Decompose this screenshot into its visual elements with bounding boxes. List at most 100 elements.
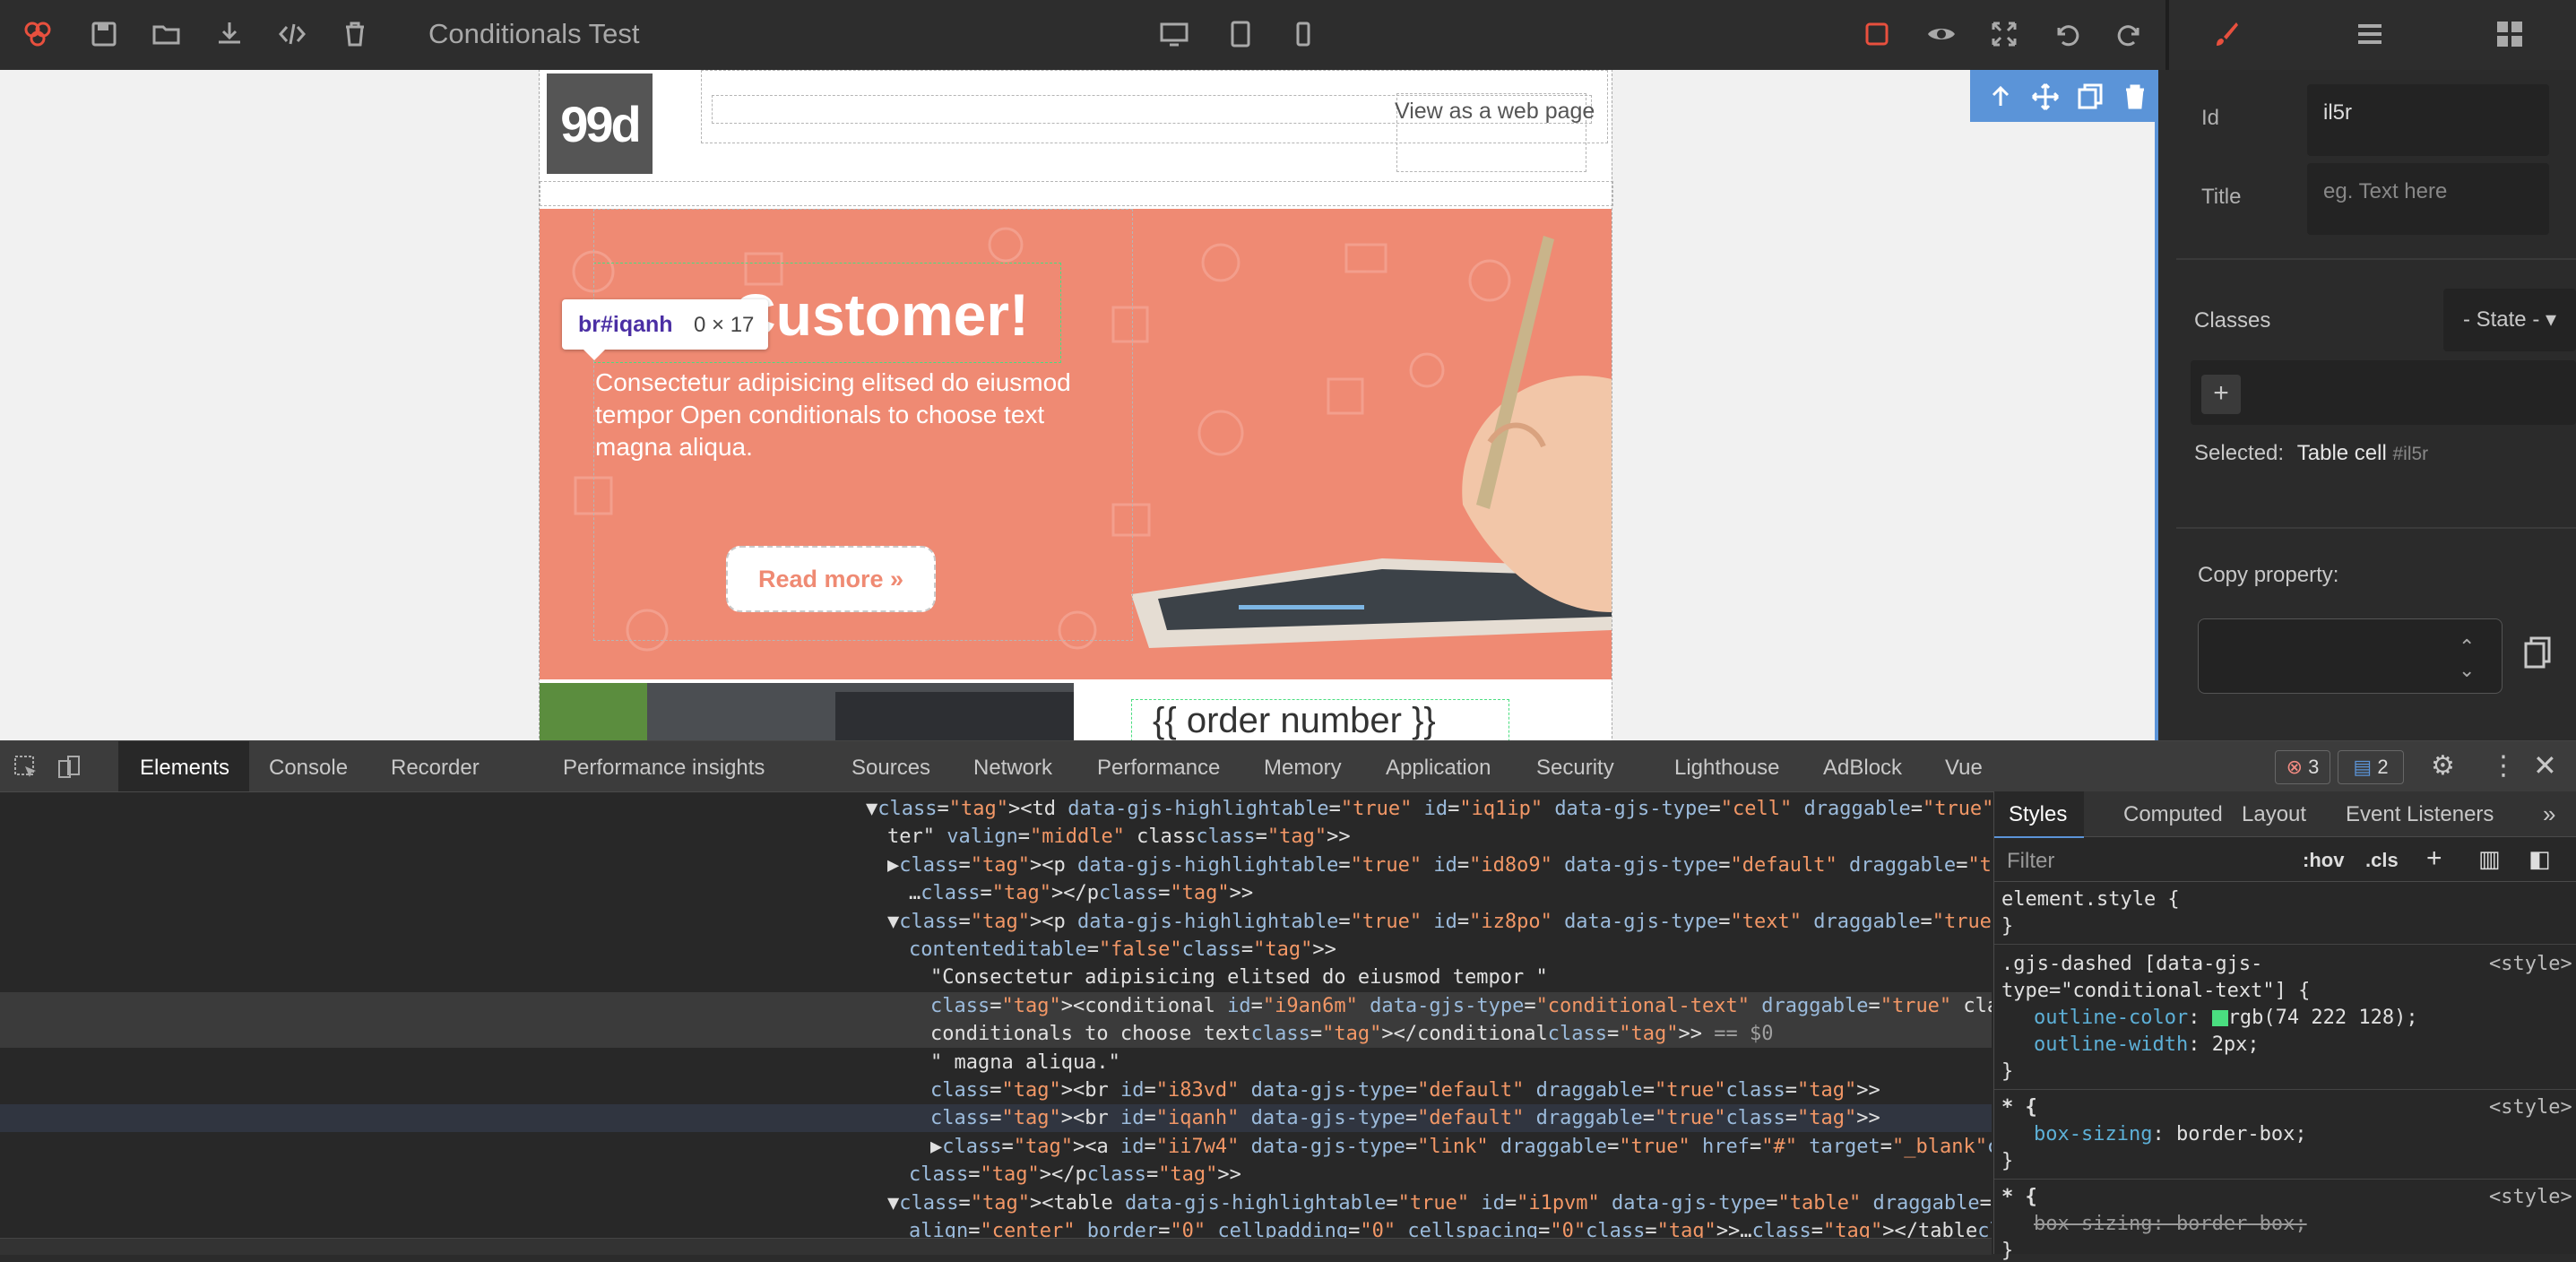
dom-tree-line[interactable]: align="center" border="0" cellpadding="0…: [0, 1217, 1992, 1240]
dom-tree-line[interactable]: ▼class="tag"><td data-gjs-highlightable=…: [0, 795, 1992, 823]
device-toolbar-icon[interactable]: [56, 754, 82, 781]
tab-network[interactable]: Network: [973, 756, 1052, 781]
editor-canvas[interactable]: 99d View as a web page Customer! Consect…: [0, 70, 2158, 740]
rule1-source[interactable]: <style>: [2489, 953, 2572, 975]
id-input[interactable]: il5r: [2307, 84, 2549, 156]
tab-performance-insights[interactable]: Performance insights: [563, 756, 765, 781]
email-template[interactable]: 99d View as a web page Customer! Consect…: [539, 70, 1613, 740]
redo-icon[interactable]: [2112, 16, 2148, 52]
more-tabs-icon[interactable]: »: [2543, 800, 2555, 828]
desktop-icon[interactable]: [1156, 16, 1192, 52]
view-as-web-page-link[interactable]: View as a web page: [1395, 99, 1595, 125]
copy-icon[interactable]: [2517, 633, 2556, 672]
mobile-icon[interactable]: [1285, 16, 1321, 52]
tab-memory[interactable]: Memory: [1264, 756, 1342, 781]
tab-computed[interactable]: Computed: [2123, 802, 2223, 827]
more-options-icon[interactable]: ⋮: [2490, 750, 2517, 782]
hero-title[interactable]: Customer!: [733, 281, 1029, 349]
dom-tree-line[interactable]: contenteditable="false"class="tag">>: [0, 936, 1992, 964]
tab-performance[interactable]: Performance: [1097, 756, 1220, 781]
hero-section[interactable]: Customer! Consectetur adipisicing elitse…: [540, 209, 1612, 679]
order-number-placeholder[interactable]: {{ order number }}: [1153, 701, 1436, 740]
tab-event-listeners[interactable]: Event Listeners: [2346, 802, 2494, 827]
dom-tree-line[interactable]: ter" valign="middle" classclass="tag">>: [0, 823, 1992, 851]
fullscreen-icon[interactable]: [1986, 16, 2022, 52]
hero-body-text[interactable]: Consectetur adipisicing elitsed do eiusm…: [595, 367, 1079, 463]
delete-icon[interactable]: [2117, 79, 2153, 115]
brand-logo[interactable]: 99d: [547, 73, 653, 174]
dom-tree-line[interactable]: " magna aliqua.": [0, 1049, 1992, 1076]
clone-icon[interactable]: [2072, 79, 2108, 115]
trash-icon[interactable]: [337, 16, 373, 52]
logo-icon[interactable]: [20, 16, 56, 52]
select-parent-arrow-icon[interactable]: [1983, 79, 2018, 115]
dom-tree-line[interactable]: ▶class="tag"><a id="ii7w4" data-gjs-type…: [0, 1133, 1992, 1161]
filter-input[interactable]: Filter: [2007, 849, 2054, 874]
element-state-icon[interactable]: ▥: [2478, 845, 2501, 873]
rule3-source[interactable]: <style>: [2489, 1186, 2572, 1208]
blocks-icon[interactable]: [2492, 16, 2528, 52]
layer-manager-icon[interactable]: [2352, 16, 2388, 52]
new-rule-icon[interactable]: +: [2426, 843, 2442, 874]
title-label: Title: [2201, 185, 2242, 209]
top-toolbar: Conditionals Test: [0, 0, 2576, 71]
dom-tree-line[interactable]: ▼class="tag"><table data-gjs-highlightab…: [0, 1189, 1992, 1217]
toggle-sidebar-icon[interactable]: ◧: [2528, 845, 2551, 873]
state-select[interactable]: - State - ▾: [2443, 289, 2576, 351]
dom-tree-line[interactable]: class="tag"><br id="i83vd" data-gjs-type…: [0, 1076, 1992, 1104]
hov-toggle[interactable]: :hov: [2303, 849, 2344, 872]
devtools-tabbar: Elements Console Recorder Performance in…: [0, 741, 2576, 792]
close-devtools-icon[interactable]: ✕: [2533, 748, 2557, 782]
outline-icon[interactable]: [1859, 16, 1895, 52]
read-more-button[interactable]: Read more »: [726, 546, 936, 612]
tab-sources[interactable]: Sources: [851, 756, 930, 781]
preview-eye-icon[interactable]: [1923, 16, 1959, 52]
select-arrows-icon: ⌃ ⌄: [2459, 635, 2476, 681]
code-icon[interactable]: [274, 16, 310, 52]
selection-toolbar: [1970, 70, 2155, 122]
add-class-button[interactable]: +: [2201, 375, 2241, 414]
rule1-decl-1: outline-color: rgb(74 222 128);: [2034, 1007, 2418, 1029]
dom-tree-line[interactable]: class="tag"></pclass="tag">>: [0, 1161, 1992, 1189]
tab-layout[interactable]: Layout: [2242, 802, 2306, 827]
dom-tree-line[interactable]: ▶class="tag"><p data-gjs-highlightable="…: [0, 851, 1992, 879]
element-badge-tooltip: br#iqanh 0 × 17: [562, 299, 768, 360]
undo-icon[interactable]: [2049, 16, 2085, 52]
download-icon[interactable]: [212, 16, 247, 52]
tab-security[interactable]: Security: [1536, 756, 1614, 781]
dom-tree-line[interactable]: class="tag"><conditional id="i9an6m" dat…: [0, 991, 1992, 1020]
copy-property-select[interactable]: ⌃ ⌄: [2198, 618, 2503, 694]
state-select-label: - State -: [2462, 307, 2540, 332]
rule2-source[interactable]: <style>: [2489, 1096, 2572, 1119]
styles-pane: Styles Computed Layout Event Listeners »…: [1993, 791, 2576, 1262]
inspect-element-icon[interactable]: [13, 754, 39, 781]
tab-application[interactable]: Application: [1386, 756, 1491, 781]
open-folder-icon[interactable]: [149, 16, 185, 52]
move-icon[interactable]: [2027, 79, 2063, 115]
dom-tree-line[interactable]: …class="tag"></pclass="tag">>: [0, 879, 1992, 907]
title-input[interactable]: eg. Text here: [2307, 163, 2549, 235]
save-icon[interactable]: [86, 16, 122, 52]
tab-adblock[interactable]: AdBlock: [1823, 756, 1902, 781]
dom-tree-line[interactable]: ▼class="tag"><p data-gjs-highlightable="…: [0, 908, 1992, 936]
dom-tree-line[interactable]: conditionals to choose textclass="tag"><…: [0, 1020, 1992, 1049]
tab-recorder[interactable]: Recorder: [391, 756, 480, 781]
dom-tree-line[interactable]: "Consectetur adipisicing elitsed do eius…: [0, 964, 1992, 991]
message-badge[interactable]: ▤ 2: [2338, 750, 2404, 784]
email-header[interactable]: 99d View as a web page: [540, 70, 1613, 209]
color-swatch[interactable]: [2211, 1010, 2228, 1026]
tab-vue[interactable]: Vue: [1945, 756, 1983, 781]
tab-styles[interactable]: Styles: [2009, 802, 2067, 827]
error-badge[interactable]: ⊗ 3: [2275, 750, 2330, 784]
tab-console[interactable]: Console: [269, 756, 348, 781]
tab-lighthouse[interactable]: Lighthouse: [1674, 756, 1779, 781]
rule2-close: }: [2001, 1150, 2014, 1172]
dom-tree-line[interactable]: class="tag"><br id="iqanh" data-gjs-type…: [0, 1104, 1992, 1133]
style-manager-brush-icon[interactable]: [2209, 16, 2244, 52]
tab-elements[interactable]: Elements: [140, 756, 229, 781]
tablet-icon[interactable]: [1223, 16, 1258, 52]
elements-tree[interactable]: ▼class="tag"><td data-gjs-highlightable=…: [0, 791, 1992, 1240]
settings-gear-icon[interactable]: ⚙: [2431, 750, 2455, 782]
message-count: 2: [2377, 756, 2389, 778]
cls-toggle[interactable]: .cls: [2365, 849, 2399, 872]
